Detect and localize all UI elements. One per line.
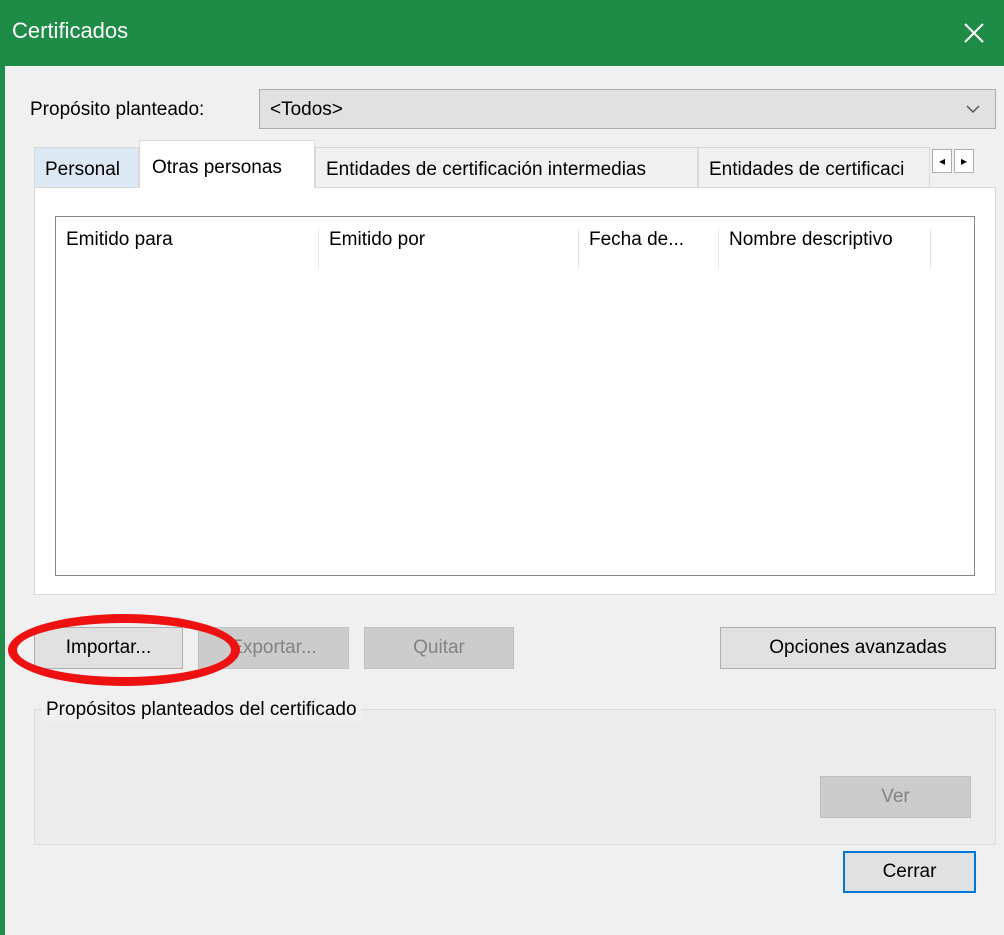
tab-entidades-intermedias[interactable]: Entidades de certificación intermedias (315, 147, 698, 187)
import-button[interactable]: Importar... (34, 627, 183, 669)
view-button[interactable]: Ver (820, 776, 971, 818)
purpose-label: Propósito planteado: (30, 99, 205, 120)
tab-personal[interactable]: Personal (34, 147, 139, 187)
close-button[interactable]: Cerrar (843, 851, 976, 893)
certificate-list[interactable]: Emitido para Emitido por Fecha de... Nom… (55, 216, 975, 576)
purpose-dropdown-value: <Todos> (270, 99, 343, 120)
certificate-purposes-legend: Propósitos planteados del certificado (42, 699, 361, 721)
chevron-down-icon (966, 105, 980, 114)
remove-button[interactable]: Quitar (364, 627, 514, 669)
purpose-dropdown[interactable]: <Todos> (259, 89, 996, 129)
column-header-fecha[interactable]: Fecha de... (579, 229, 719, 269)
tab-otras-personas[interactable]: Otras personas (139, 140, 315, 188)
tab-scroll-right-button[interactable]: ▸ (954, 149, 974, 173)
title-bar (0, 0, 1004, 66)
close-window-button[interactable] (944, 0, 1004, 66)
column-header-emitido-por[interactable]: Emitido por (319, 229, 579, 269)
window-border (0, 66, 5, 935)
close-icon (964, 23, 984, 43)
column-header-emitido-para[interactable]: Emitido para (56, 229, 319, 269)
arrow-left-icon: ◂ (938, 154, 946, 168)
advanced-options-button[interactable]: Opciones avanzadas (720, 627, 996, 669)
export-button[interactable]: Exportar... (198, 627, 349, 669)
column-header-nombre-descriptivo[interactable]: Nombre descriptivo (719, 229, 931, 269)
window-title: Certificados (12, 18, 129, 43)
arrow-right-icon: ▸ (960, 154, 968, 168)
tab-entidades-raiz[interactable]: Entidades de certificaci (698, 147, 930, 187)
tab-scroll-left-button[interactable]: ◂ (932, 149, 952, 173)
